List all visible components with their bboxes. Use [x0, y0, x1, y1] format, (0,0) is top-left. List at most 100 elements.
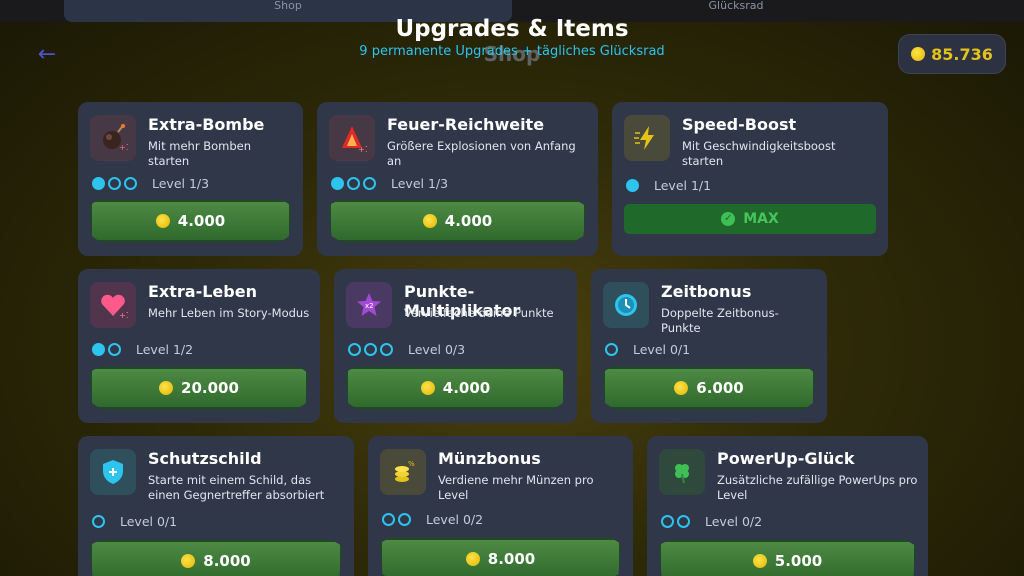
coin-icon	[752, 554, 767, 568]
buy-button[interactable]: 8.000	[90, 540, 342, 576]
level-indicator: Level 0/1	[605, 342, 690, 357]
level-dot-empty	[605, 343, 618, 356]
level-dot-filled	[92, 177, 105, 190]
price-label: 8.000	[203, 552, 251, 570]
level-dot-empty	[380, 343, 393, 356]
card-title: Feuer-Reichweite	[387, 115, 545, 134]
level-label: Level 1/3	[391, 176, 449, 191]
level-indicator: Level 1/2	[92, 342, 193, 357]
card-title: Extra-Leben	[148, 282, 257, 301]
level-dot-empty	[108, 343, 121, 356]
upgrade-card-feuer-reichweite: +1 Feuer-Reichweite Größere Explosionen …	[317, 102, 598, 256]
coin-icon	[420, 381, 435, 395]
coins-icon: %	[380, 449, 426, 495]
svg-text:%: %	[408, 460, 415, 468]
buy-button[interactable]: 4.000	[90, 200, 291, 242]
price-label: 4.000	[442, 379, 491, 397]
card-title: Speed-Boost	[682, 115, 797, 134]
card-title: Extra-Bombe	[148, 115, 265, 134]
buy-button[interactable]: 5.000	[659, 540, 916, 576]
level-indicator: Level 0/2	[382, 512, 483, 527]
level-dot-empty	[677, 515, 690, 528]
level-indicator: Level 1/3	[92, 176, 209, 191]
upgrade-card-zeitbonus: Zeitbonus Doppelte Zeitbonus-Punkte Leve…	[591, 269, 827, 423]
clock-icon	[603, 282, 649, 328]
card-title: Schutzschild	[148, 449, 262, 468]
check-circle-icon: ✓	[721, 212, 736, 226]
level-label: Level 0/2	[426, 512, 484, 527]
coin-icon	[181, 554, 196, 568]
coin-icon	[422, 214, 437, 228]
card-description: Mit Geschwindigkeitsboost starten	[682, 139, 836, 168]
shield-icon	[90, 449, 136, 495]
upgrade-card-punkte-multiplikator: x2 Punkte-Multiplikator Vervielfache dei…	[334, 269, 577, 423]
level-dot-empty	[124, 177, 137, 190]
level-dot-filled	[626, 179, 639, 192]
bomb-icon: +1	[90, 115, 136, 161]
coin-balance-value: 85.736	[931, 44, 993, 64]
card-title: Münzbonus	[438, 449, 541, 468]
upgrade-card-extra-leben: +1 Extra-Leben Mehr Leben im Story-Modus…	[78, 269, 320, 423]
svg-text:+1: +1	[119, 311, 128, 320]
level-label: Level 0/2	[705, 514, 763, 529]
price-label: 4.000	[444, 212, 493, 230]
price-label: 6.000	[696, 379, 744, 397]
price-label: 20.000	[181, 379, 239, 397]
level-indicator: Level 1/3	[331, 176, 448, 191]
card-title: PowerUp-Glück	[717, 449, 855, 468]
buy-button[interactable]: 20.000	[90, 367, 308, 409]
coin-icon	[159, 381, 174, 395]
heart-icon: +1	[90, 282, 136, 328]
level-label: Level 0/3	[408, 342, 466, 357]
buy-button[interactable]: 6.000	[603, 367, 815, 409]
card-description: Doppelte Zeitbonus-Punkte	[661, 306, 779, 335]
upgrade-card-schutzschild: Schutzschild Starte mit einem Schild, da…	[78, 436, 354, 576]
level-indicator: Level 0/1	[92, 514, 177, 529]
card-description: Zusätzliche zufällige PowerUps pro Level	[717, 473, 918, 502]
max-level-badge: ✓ MAX	[624, 204, 876, 234]
card-description: Vervielfache deine Punkte	[404, 306, 554, 320]
coin-icon	[155, 214, 170, 228]
upgrade-card-muenzbonus: % Münzbonus Verdiene mehr Münzen pro Lev…	[368, 436, 633, 576]
star-icon: x2	[346, 282, 392, 328]
max-label: MAX	[743, 211, 779, 227]
coin-icon	[911, 47, 926, 61]
card-description: Mit mehr Bomben starten	[148, 139, 252, 168]
upgrade-card-powerup-glueck: PowerUp-Glück Zusätzliche zufällige Powe…	[647, 436, 928, 576]
coin-balance: 85.736	[898, 34, 1006, 74]
buy-button[interactable]: 4.000	[346, 367, 565, 409]
level-label: Level 0/1	[120, 514, 178, 529]
price-label: 5.000	[774, 552, 823, 570]
buy-button[interactable]: 4.000	[329, 200, 586, 242]
card-description: Mehr Leben im Story-Modus	[148, 306, 310, 320]
level-dot-filled	[331, 177, 344, 190]
level-dot-empty	[661, 515, 674, 528]
lightning-icon	[624, 115, 670, 161]
buy-button[interactable]: 8.000	[380, 538, 621, 576]
fire-icon: +1	[329, 115, 375, 161]
level-dot-empty	[108, 177, 121, 190]
card-description: Größere Explosionen von Anfang an	[387, 139, 576, 168]
card-title: Zeitbonus	[661, 282, 752, 301]
card-description: Starte mit einem Schild, das einen Gegne…	[148, 473, 325, 502]
level-label: Level 1/3	[152, 176, 210, 191]
level-dot-empty	[398, 513, 411, 526]
level-dot-empty	[363, 177, 376, 190]
level-label: Level 1/2	[136, 342, 194, 357]
coin-icon	[674, 381, 689, 395]
clover-icon	[659, 449, 705, 495]
svg-text:+1: +1	[119, 143, 128, 152]
price-label: 8.000	[487, 550, 536, 568]
svg-text:+1: +1	[358, 145, 367, 153]
level-dot-empty	[92, 515, 105, 528]
level-dot-empty	[364, 343, 377, 356]
upgrade-card-extra-bombe: +1 Extra-Bombe Mit mehr Bomben starten L…	[78, 102, 303, 256]
level-indicator: Level 0/3	[348, 342, 465, 357]
level-dot-empty	[347, 177, 360, 190]
card-description: Verdiene mehr Münzen pro Level	[438, 473, 594, 502]
level-label: Level 0/1	[633, 342, 691, 357]
upgrade-card-speed-boost: Speed-Boost Mit Geschwindigkeitsboost st…	[612, 102, 888, 256]
page-title: Upgrades & Items	[395, 16, 629, 42]
level-indicator: Level 0/2	[661, 514, 762, 529]
level-indicator: Level 1/1	[626, 178, 711, 193]
